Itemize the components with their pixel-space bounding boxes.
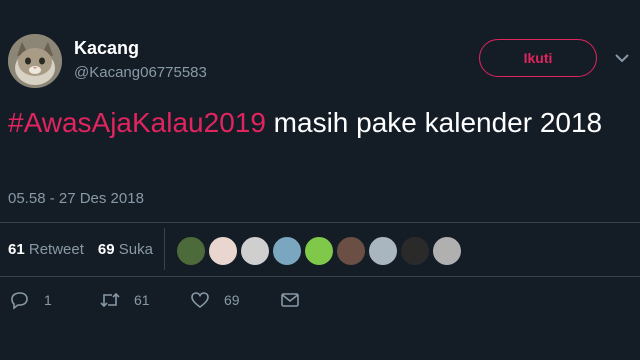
tweet-timestamp[interactable]: 05.58 - 27 Des 2018 [8, 190, 144, 207]
stats-separator [164, 228, 165, 270]
reply-count: 1 [44, 292, 52, 308]
user-name[interactable]: Kacang [74, 38, 139, 59]
reply-icon [11, 292, 28, 310]
follow-button-label: Ikuti [523, 50, 553, 66]
heart-icon [191, 292, 209, 309]
retweets-stat[interactable]: 61 Retweet [8, 241, 84, 258]
reply-button[interactable]: 1 [10, 290, 52, 310]
retweets-label: Retweet [28, 241, 84, 258]
retweet-count: 61 [134, 292, 150, 308]
divider [0, 222, 640, 223]
liker-avatar[interactable] [432, 236, 462, 266]
tweet-actions: 1 61 69 [0, 290, 640, 320]
like-count: 69 [224, 292, 240, 308]
retweet-icon [100, 292, 120, 308]
liker-avatar[interactable] [272, 236, 302, 266]
liker-avatar[interactable] [240, 236, 270, 266]
likes-count: 69 [97, 241, 115, 258]
tweet-stats: 61 Retweet 69 Suka [8, 241, 153, 258]
tweet-body: masih pake kalender 2018 [265, 107, 603, 138]
message-button[interactable] [280, 290, 300, 310]
like-button[interactable]: 69 [190, 290, 240, 310]
retweets-count: 61 [8, 241, 25, 258]
chevron-down-icon[interactable] [614, 50, 630, 66]
follow-button[interactable]: Ikuti [479, 39, 597, 77]
retweet-button[interactable]: 61 [100, 290, 150, 310]
hashtag-link[interactable]: #AwasAjaKalau2019 [8, 107, 266, 138]
user-handle[interactable]: @Kacang06775583 [74, 64, 207, 81]
avatar[interactable] [8, 34, 62, 88]
liker-avatar[interactable] [304, 236, 334, 266]
divider [0, 276, 640, 277]
liker-avatar[interactable] [400, 236, 430, 266]
likes-stat[interactable]: 69 Suka [98, 241, 153, 258]
likes-label: Suka [118, 241, 153, 258]
liker-avatar[interactable] [368, 236, 398, 266]
likers-avatars [176, 236, 462, 266]
mail-icon [281, 293, 299, 307]
liker-avatar[interactable] [176, 236, 206, 266]
tweet-text: #AwasAjaKalau2019 masih pake kalender 20… [8, 104, 628, 141]
liker-avatar[interactable] [208, 236, 238, 266]
liker-avatar[interactable] [336, 236, 366, 266]
